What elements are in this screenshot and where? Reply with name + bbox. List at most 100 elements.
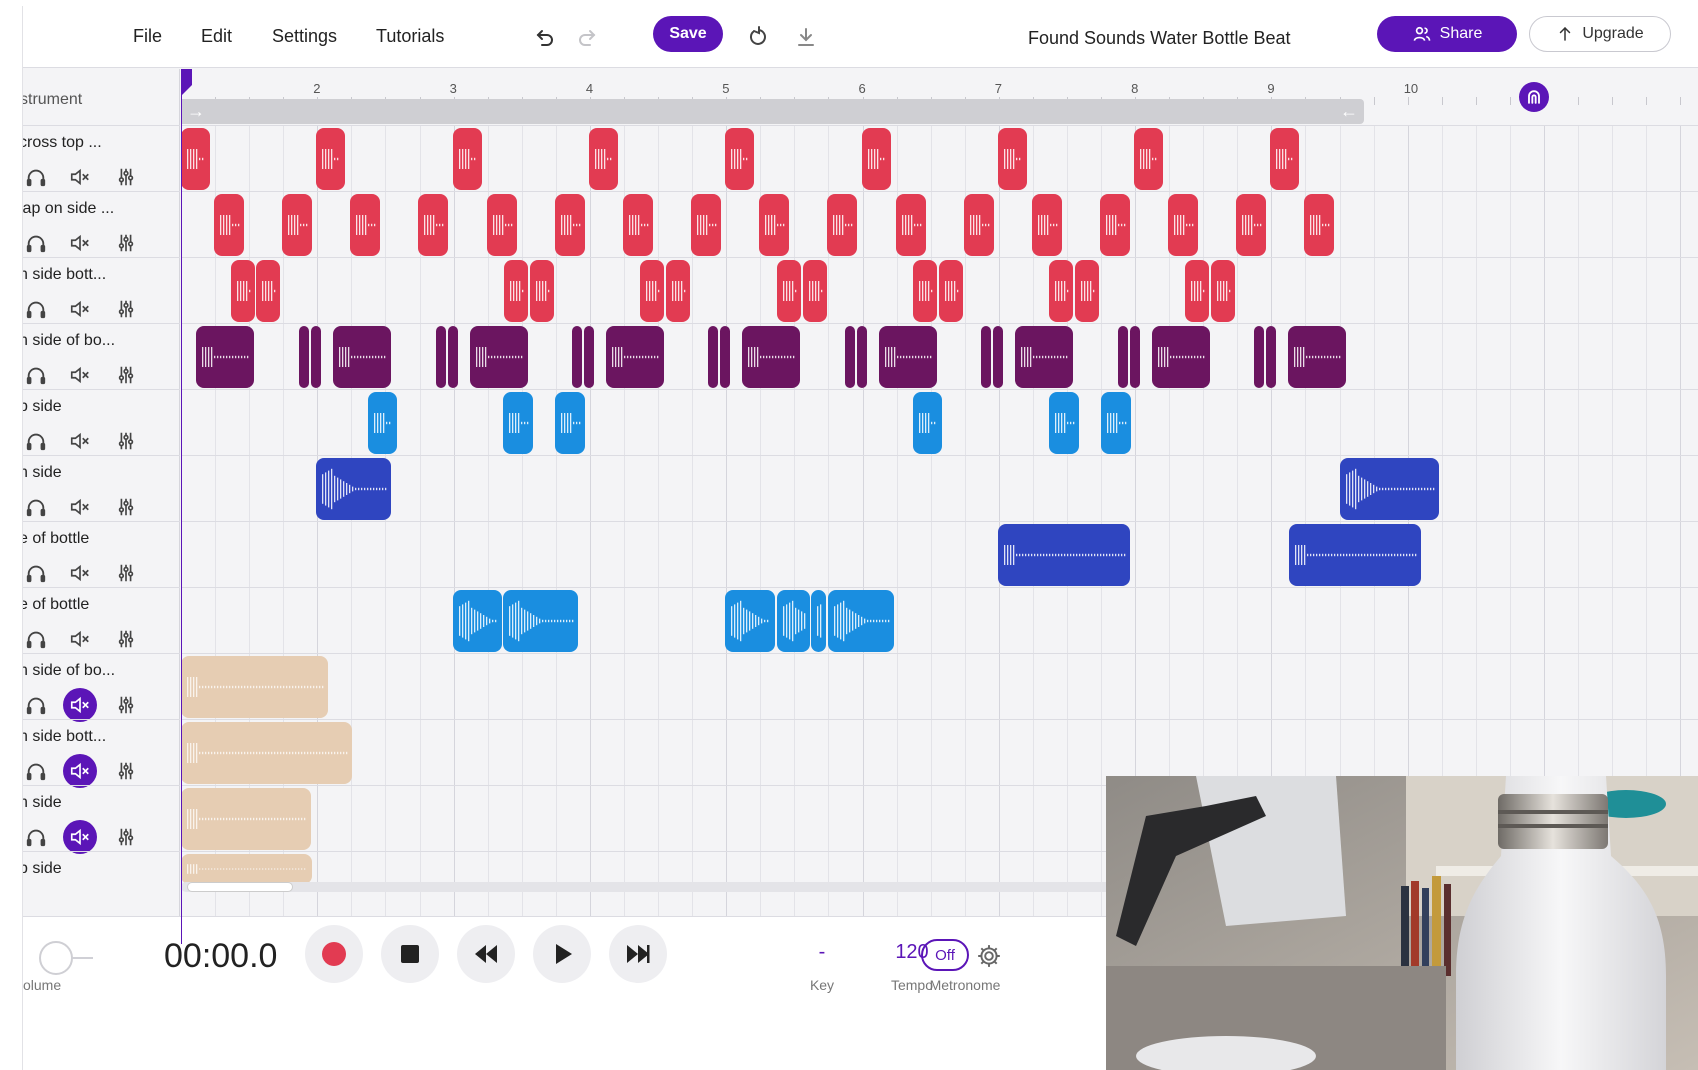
audio-clip[interactable] xyxy=(691,194,722,256)
audio-clip[interactable] xyxy=(622,194,653,256)
audio-clip[interactable] xyxy=(181,788,311,850)
track-header[interactable]: n side xyxy=(23,455,180,526)
track-name[interactable]: n side bott... xyxy=(23,728,106,746)
track-name[interactable]: p side xyxy=(23,860,62,878)
audio-clip[interactable] xyxy=(827,194,858,256)
loop-start-arrow-icon[interactable]: → xyxy=(187,101,205,122)
audio-clip[interactable] xyxy=(1049,392,1079,454)
track-name[interactable]: n side xyxy=(23,794,62,812)
track-header[interactable]: p side xyxy=(23,389,180,460)
record-button[interactable] xyxy=(305,925,363,983)
metronome-toggle[interactable]: Off xyxy=(921,939,969,971)
speaker-mute-icon[interactable] xyxy=(65,492,95,522)
speaker-mute-icon[interactable] xyxy=(63,820,97,854)
audio-clip[interactable] xyxy=(1099,194,1130,256)
effects-icon[interactable] xyxy=(111,690,141,720)
audio-clip[interactable] xyxy=(470,326,528,388)
audio-clip[interactable] xyxy=(368,392,397,454)
share-button[interactable]: Share xyxy=(1377,16,1517,52)
audio-clip[interactable] xyxy=(299,326,309,388)
headphones-icon[interactable] xyxy=(23,492,51,522)
track-name[interactable]: e of bottle xyxy=(23,530,89,548)
audio-clip[interactable] xyxy=(503,590,578,652)
audio-clip[interactable] xyxy=(418,194,449,256)
audio-clip[interactable] xyxy=(666,260,691,322)
audio-clip[interactable] xyxy=(1288,326,1346,388)
headphones-icon[interactable] xyxy=(23,426,51,456)
volume-knob[interactable] xyxy=(39,941,73,975)
audio-clip[interactable] xyxy=(963,194,994,256)
audio-clip[interactable] xyxy=(1289,524,1421,586)
audio-clip[interactable] xyxy=(231,260,255,322)
audio-clip[interactable] xyxy=(861,128,891,190)
headphones-icon[interactable] xyxy=(23,228,51,258)
audio-clip[interactable] xyxy=(938,260,963,322)
audio-clip[interactable] xyxy=(554,194,585,256)
track-header[interactable]: n side of bo... xyxy=(23,323,180,394)
audio-clip[interactable] xyxy=(998,524,1130,586)
song-title[interactable]: Found Sounds Water Bottle Beat xyxy=(1028,28,1291,49)
audio-clip[interactable] xyxy=(529,260,554,322)
audio-clip[interactable] xyxy=(333,326,391,388)
track-header[interactable]: lap on side ... xyxy=(23,191,180,262)
audio-clip[interactable] xyxy=(453,590,502,652)
audio-clip[interactable] xyxy=(777,590,810,652)
playhead[interactable] xyxy=(181,69,192,944)
headphones-icon[interactable] xyxy=(23,162,51,192)
audio-clip[interactable] xyxy=(776,260,801,322)
audio-clip[interactable] xyxy=(282,194,313,256)
audio-clip[interactable] xyxy=(1185,260,1210,322)
audio-clip[interactable] xyxy=(1266,326,1276,388)
effects-icon[interactable] xyxy=(111,756,141,786)
upgrade-button[interactable]: Upgrade xyxy=(1529,16,1671,52)
track-header[interactable]: n side of bo... xyxy=(23,653,180,724)
effects-icon[interactable] xyxy=(111,492,141,522)
audio-clip[interactable] xyxy=(997,128,1027,190)
scrollbar-thumb[interactable] xyxy=(187,882,293,892)
audio-clip[interactable] xyxy=(845,326,855,388)
audio-clip[interactable] xyxy=(828,590,894,652)
menu-tutorials[interactable]: Tutorials xyxy=(376,26,444,47)
audio-clip[interactable] xyxy=(1118,326,1128,388)
track-name[interactable]: e of bottle xyxy=(23,596,89,614)
audio-clip[interactable] xyxy=(1075,260,1100,322)
audio-clip[interactable] xyxy=(214,194,244,256)
audio-clip[interactable] xyxy=(913,392,942,454)
volume-slider-track[interactable] xyxy=(71,957,93,959)
audio-clip[interactable] xyxy=(448,326,458,388)
audio-clip[interactable] xyxy=(981,326,991,388)
save-button[interactable]: Save xyxy=(653,16,723,52)
audio-clip[interactable] xyxy=(1340,458,1439,520)
audio-clip[interactable] xyxy=(802,260,827,322)
track-header[interactable]: n side bott... xyxy=(23,257,180,328)
audio-clip[interactable] xyxy=(181,854,312,884)
audio-clip[interactable] xyxy=(720,326,730,388)
effects-icon[interactable] xyxy=(111,426,141,456)
audio-clip[interactable] xyxy=(640,260,665,322)
audio-clip[interactable] xyxy=(256,260,280,322)
audio-clip[interactable] xyxy=(1254,326,1264,388)
audio-clip[interactable] xyxy=(895,194,926,256)
gear-icon[interactable] xyxy=(976,943,1002,969)
audio-clip[interactable] xyxy=(742,326,800,388)
speaker-mute-icon[interactable] xyxy=(65,228,95,258)
redo-icon[interactable] xyxy=(570,20,604,54)
speaker-mute-icon[interactable] xyxy=(65,162,95,192)
fast-forward-button[interactable] xyxy=(609,925,667,983)
speaker-mute-icon[interactable] xyxy=(65,624,95,654)
loop-region[interactable]: → ← xyxy=(181,99,1364,124)
audio-clip[interactable] xyxy=(759,194,790,256)
audio-clip[interactable] xyxy=(584,326,594,388)
headphones-icon[interactable] xyxy=(23,756,51,786)
audio-clip[interactable] xyxy=(316,458,391,520)
download-icon[interactable] xyxy=(789,20,823,54)
headphones-icon[interactable] xyxy=(23,690,51,720)
effects-icon[interactable] xyxy=(111,294,141,324)
audio-clip[interactable] xyxy=(503,392,533,454)
audio-clip[interactable] xyxy=(857,326,867,388)
speaker-mute-icon[interactable] xyxy=(65,360,95,390)
audio-clip[interactable] xyxy=(555,392,585,454)
audio-clip[interactable] xyxy=(588,128,618,190)
audio-clip[interactable] xyxy=(606,326,664,388)
play-button[interactable] xyxy=(533,925,591,983)
